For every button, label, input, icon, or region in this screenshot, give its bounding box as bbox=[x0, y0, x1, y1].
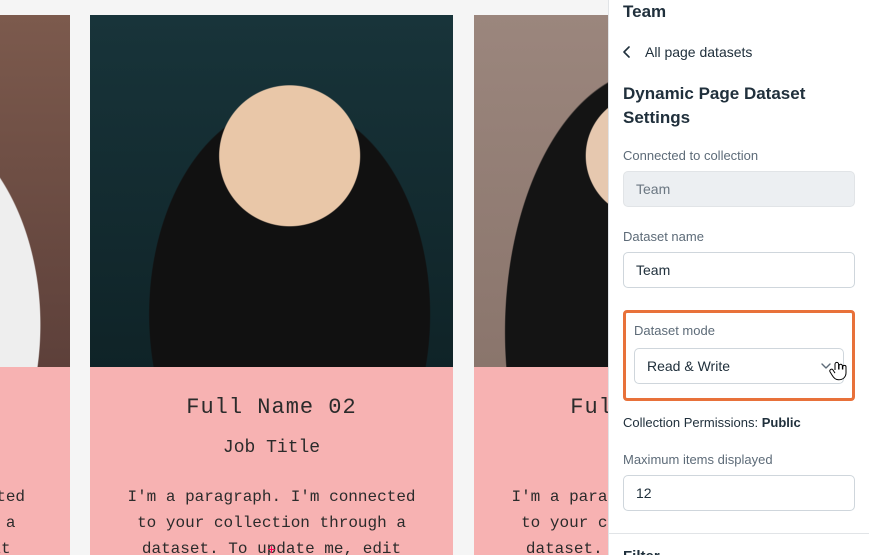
page-preview-canvas[interactable]: Full Name 01 Job Title I'm a paragraph. … bbox=[0, 0, 608, 555]
member-bio: I'm a paragraph. I'm connected to your c… bbox=[0, 484, 52, 555]
member-bio: I'm a paragraph. I'm connected to your c… bbox=[492, 484, 608, 555]
member-photo bbox=[90, 15, 453, 367]
back-label: All page datasets bbox=[645, 44, 752, 60]
dataset-mode-section: Dataset mode Read & Write bbox=[623, 310, 855, 401]
team-card[interactable]: Full Name 03 Job Title I'm a paragraph. … bbox=[474, 15, 608, 555]
section-divider bbox=[609, 533, 869, 534]
back-to-all-datasets[interactable]: All page datasets bbox=[623, 44, 855, 60]
section-heading: Dynamic Page Dataset Settings bbox=[623, 82, 855, 130]
dataset-mode-label: Dataset mode bbox=[634, 323, 844, 338]
dataset-settings-panel: Team All page datasets Dynamic Page Data… bbox=[608, 0, 869, 555]
filter-heading: Filter bbox=[623, 548, 855, 555]
connected-collection-label: Connected to collection bbox=[623, 148, 855, 163]
chevron-down-icon bbox=[821, 363, 831, 369]
dataset-name-label: Dataset name bbox=[623, 229, 855, 244]
connected-collection-field: Team bbox=[623, 171, 855, 207]
team-card[interactable]: Full Name 02 Job Title I'm a paragraph. … bbox=[90, 15, 453, 555]
member-job-title: Job Title bbox=[0, 438, 52, 458]
dataset-mode-select[interactable]: Read & Write bbox=[634, 348, 844, 384]
member-name: Full Name 03 bbox=[492, 395, 608, 420]
member-bio: I'm a paragraph. I'm connected to your c… bbox=[108, 484, 435, 555]
member-name: Full Name 01 bbox=[0, 395, 52, 420]
member-photo bbox=[474, 15, 608, 367]
panel-title: Team bbox=[623, 2, 855, 22]
team-card[interactable]: Full Name 01 Job Title I'm a paragraph. … bbox=[0, 15, 70, 555]
max-items-label: Maximum items displayed bbox=[623, 452, 855, 467]
member-job-title: Job Title bbox=[108, 438, 435, 458]
max-items-input[interactable]: 12 bbox=[623, 475, 855, 511]
chevron-left-icon bbox=[623, 46, 631, 58]
collection-permissions-line: Collection Permissions: Public bbox=[623, 415, 855, 430]
member-photo bbox=[0, 15, 70, 367]
dataset-name-input[interactable]: Team bbox=[623, 252, 855, 288]
member-job-title: Job Title bbox=[492, 438, 608, 458]
dataset-mode-value: Read & Write bbox=[647, 358, 730, 374]
collection-permissions-value: Public bbox=[762, 415, 801, 430]
member-name: Full Name 02 bbox=[108, 395, 435, 420]
